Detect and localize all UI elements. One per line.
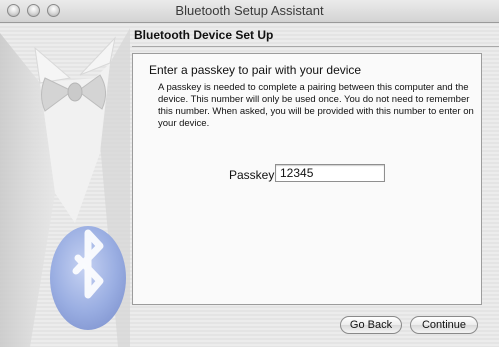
passkey-input[interactable] <box>275 164 385 182</box>
bluetooth-icon <box>50 226 126 330</box>
setup-assistant-window: Bluetooth Setup Assistant Bluetooth Devi… <box>0 0 499 347</box>
title-bar: Bluetooth Setup Assistant <box>0 0 499 23</box>
go-back-button[interactable]: Go Back <box>340 316 402 334</box>
continue-button[interactable]: Continue <box>410 316 478 334</box>
tuxedo-illustration <box>0 23 130 347</box>
panel-description: A passkey is needed to complete a pairin… <box>158 82 474 129</box>
heading-divider <box>132 46 499 47</box>
passkey-panel: Enter a passkey to pair with your device… <box>132 53 482 305</box>
passkey-label: Passkey: <box>229 168 278 182</box>
panel-title: Enter a passkey to pair with your device <box>149 63 362 77</box>
window-title: Bluetooth Setup Assistant <box>175 3 324 18</box>
section-heading: Bluetooth Device Set Up <box>134 28 274 42</box>
